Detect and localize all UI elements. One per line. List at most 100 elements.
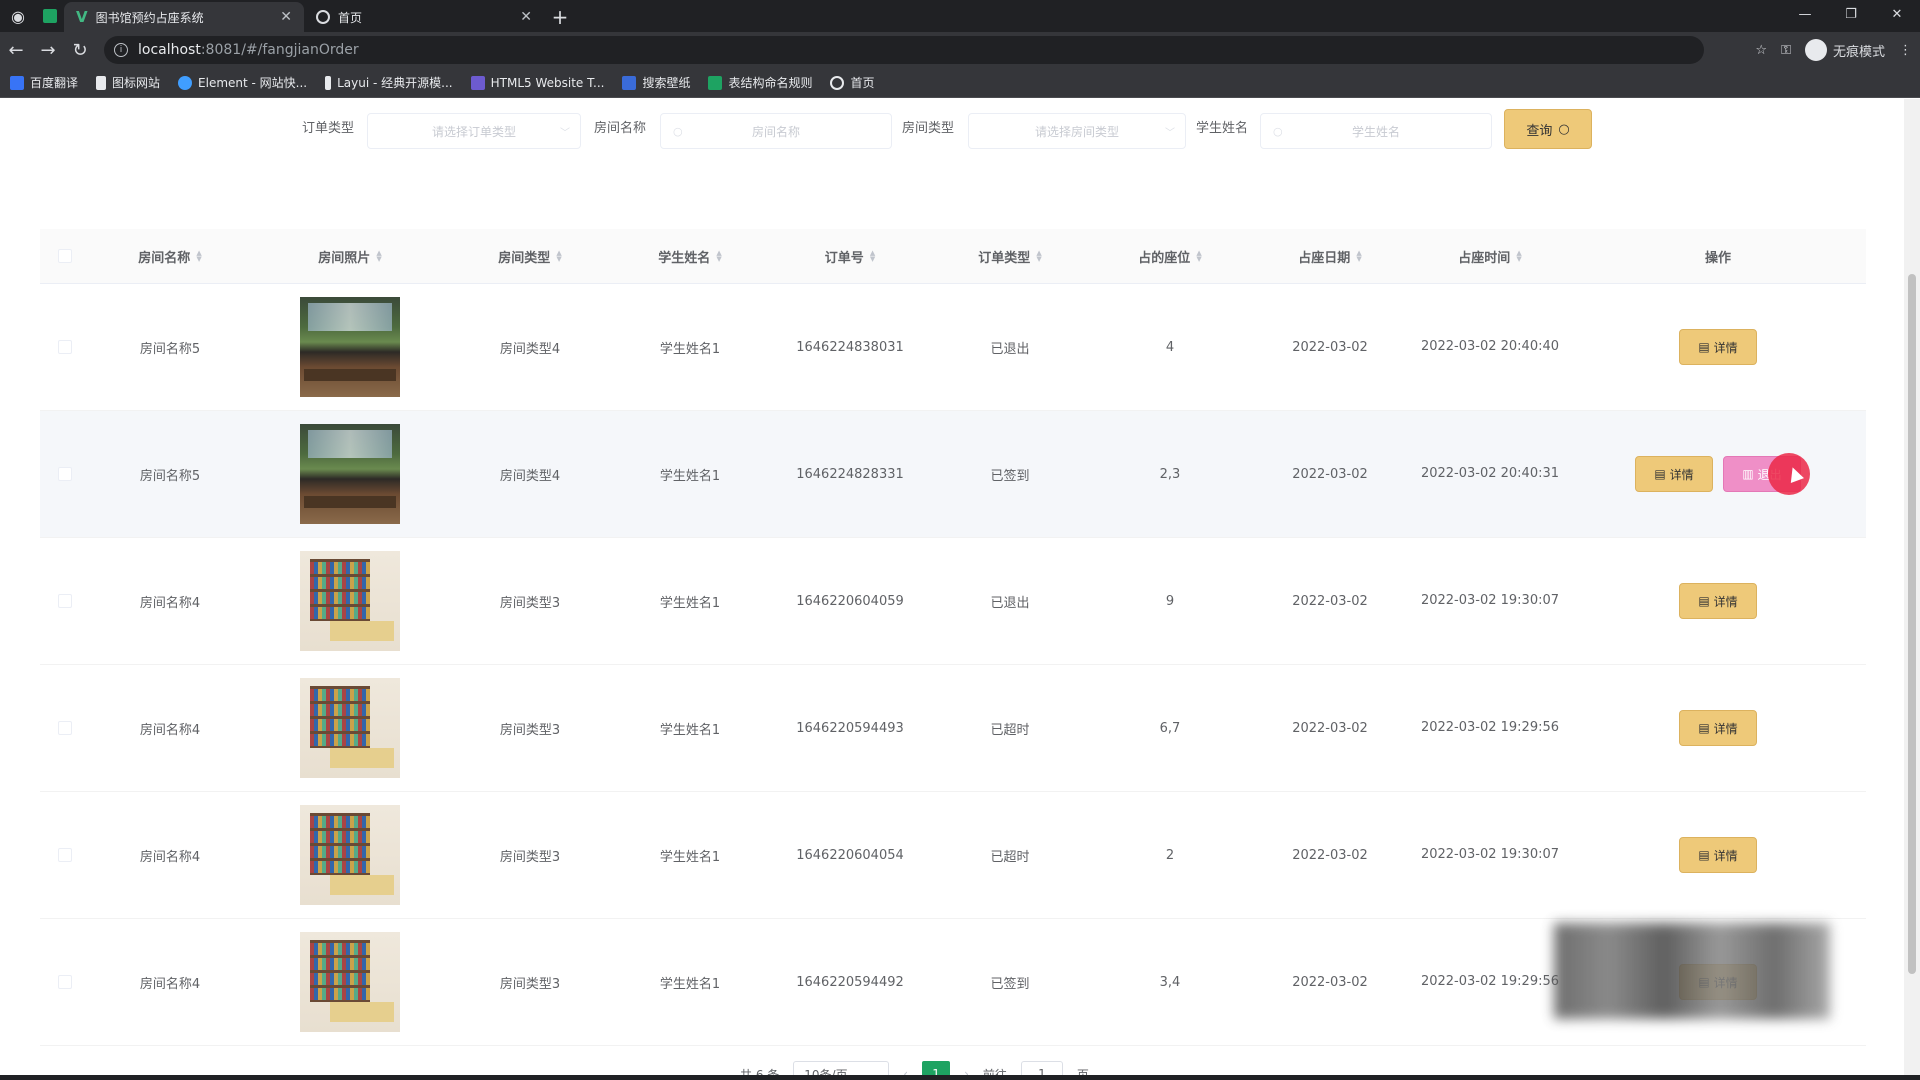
header-room-photo[interactable]: 房间照片 ▲ ▼ (250, 247, 450, 266)
document-icon: ▤ (1698, 721, 1710, 735)
cell-student: 学生姓名1 (659, 468, 721, 484)
bookmark-item[interactable]: Element - 网站快... (178, 74, 307, 91)
bookmark-label: 表结构命名规则 (728, 76, 813, 90)
room-type-select[interactable]: 请选择房间类型 ﹀ (968, 113, 1186, 149)
header-order-no[interactable]: 订单号 ▲ ▼ (770, 247, 930, 266)
close-window-icon[interactable]: ✕ (1874, 0, 1920, 28)
scrollbar-thumb[interactable] (1908, 274, 1916, 974)
room-photo[interactable] (300, 678, 400, 778)
header-date[interactable]: 占座日期 ▲ ▼ (1250, 247, 1410, 266)
bookmark-item[interactable]: HTML5 Website T... (470, 75, 605, 90)
bookmarks-bar: 百度翻译 图标网站 Element - 网站快... Layui - 经典开源模… (0, 68, 1920, 98)
detail-label: 详情 (1713, 721, 1738, 736)
cell-seat: 2 (1165, 847, 1175, 863)
order-type-select[interactable]: 请选择订单类型 ﹀ (367, 113, 581, 149)
bookmark-item[interactable]: 搜索壁纸 (622, 74, 690, 91)
row-checkbox[interactable] (58, 848, 72, 862)
header-room-type[interactable]: 房间类型 ▲ ▼ (450, 247, 610, 266)
detail-button[interactable]: ▤详情 (1679, 710, 1757, 746)
minimize-icon[interactable]: — (1782, 0, 1828, 28)
incognito-indicator[interactable]: 无痕模式 (1804, 39, 1885, 61)
star-icon[interactable]: ☆ (1755, 43, 1767, 58)
sort-icon[interactable]: ▲ ▼ (1356, 250, 1361, 263)
sort-icon[interactable]: ▲ ▼ (1036, 250, 1041, 263)
bookmark-item[interactable]: Layui - 经典开源模... (325, 74, 453, 91)
row-checkbox[interactable] (58, 340, 72, 354)
page-scrollbar[interactable] (1904, 99, 1920, 1080)
room-name-input[interactable]: ○ 房间名称 (660, 113, 892, 149)
bookmark-label: 搜索壁纸 (642, 76, 691, 90)
sort-icon[interactable]: ▲ ▼ (196, 250, 201, 263)
cell-order-type: 已超时 (990, 849, 1030, 865)
detail-button[interactable]: ▤详情 (1679, 329, 1757, 365)
cell-room-photo (250, 792, 450, 918)
room-photo[interactable] (300, 424, 400, 524)
bookmark-item[interactable]: 图标网站 (96, 74, 160, 91)
detail-button[interactable]: ▤详情 (1679, 583, 1757, 619)
bottom-edge (0, 1075, 1920, 1080)
url-host: localhost (138, 42, 201, 58)
table-row[interactable]: 房间名称5 房间类型4 学生姓名1 1646224828331 已签到 2,3 2022-0… (40, 411, 1866, 538)
student-label: 学生姓名 (1196, 121, 1249, 136)
bookmark-item[interactable]: 首页 (830, 74, 875, 91)
cell-date: 2022-03-02 (1292, 339, 1368, 355)
room-photo[interactable] (300, 805, 400, 905)
detail-button[interactable]: ▤详情 (1679, 837, 1757, 873)
student-input[interactable]: ○ 学生姓名 (1260, 113, 1492, 149)
app-favicon[interactable] (36, 0, 64, 32)
sort-icon[interactable]: ▲ ▼ (1516, 250, 1521, 263)
table-row[interactable]: 房间名称4 房间类型3 学生姓名1 1646220594493 已超时 6,7 2022-0… (40, 665, 1866, 792)
cell-room-name: 房间名称4 (139, 976, 201, 992)
sort-icon[interactable]: ▲ ▼ (716, 250, 721, 263)
row-check-cell (40, 411, 90, 537)
cell-student: 学生姓名1 (659, 722, 721, 738)
cell-room-type: 房间类型3 (499, 976, 561, 992)
room-photo[interactable] (300, 297, 400, 397)
browser-menu-icon[interactable]: ◉ (0, 0, 36, 32)
bookmark-item[interactable]: 百度翻译 (10, 74, 78, 91)
table-row[interactable]: 房间名称5 房间类型4 学生姓名1 1646224838031 已退出 4 2022-03-… (40, 284, 1866, 411)
header-time[interactable]: 占座时间 ▲ ▼ (1410, 247, 1570, 266)
tab-home[interactable]: 首页 ✕ (304, 2, 544, 32)
sort-icon[interactable]: ▲ ▼ (1196, 250, 1201, 263)
more-menu-icon[interactable]: ⋮ (1899, 43, 1912, 58)
restore-icon[interactable]: ❐ (1828, 0, 1874, 28)
cell-room-name: 房间名称4 (139, 849, 201, 865)
row-checkbox[interactable] (58, 721, 72, 735)
close-icon[interactable]: ✕ (280, 9, 292, 25)
exit-button[interactable]: ▥退出 (1723, 453, 1810, 495)
bookmark-label: HTML5 Website T... (490, 75, 605, 90)
cell-actions: ▤详情 ▥退出 (1570, 411, 1866, 537)
table-row[interactable]: 房间名称4 房间类型3 学生姓名1 1646220604054 已超时 2 2022-03-… (40, 792, 1866, 919)
room-photo[interactable] (300, 932, 400, 1032)
back-icon[interactable]: ← (0, 32, 32, 68)
info-icon[interactable]: i (114, 43, 128, 57)
row-checkbox[interactable] (58, 467, 72, 481)
sort-icon[interactable]: ▲ ▼ (556, 250, 561, 263)
new-tab-button[interactable]: + (544, 2, 576, 32)
sort-icon[interactable]: ▲ ▼ (870, 250, 875, 263)
close-icon[interactable]: ✕ (520, 9, 532, 25)
vue-logo-icon: V (76, 8, 88, 26)
sort-icon[interactable]: ▲ ▼ (376, 250, 381, 263)
header-order-type[interactable]: 订单类型 ▲ ▼ (930, 247, 1090, 266)
forward-icon[interactable]: → (32, 32, 64, 68)
room-photo[interactable] (300, 551, 400, 651)
bookmark-item[interactable]: 表结构命名规则 (708, 74, 812, 91)
cell-room-name: 房间名称4 (139, 722, 201, 738)
reload-icon[interactable]: ↻ (64, 32, 96, 68)
query-button[interactable]: 查询 ○ (1504, 109, 1592, 149)
select-all-checkbox[interactable] (58, 249, 72, 263)
header-student[interactable]: 学生姓名 ▲ ▼ (610, 247, 770, 266)
tab-library-system[interactable]: V 图书馆预约占座系统 ✕ (64, 2, 304, 32)
url-input[interactable]: i localhost:8081/#/fangjianOrder (104, 36, 1704, 64)
header-room-name[interactable]: 房间名称 ▲ ▼ (90, 247, 250, 266)
header-seat[interactable]: 占的座位 ▲ ▼ (1090, 247, 1250, 266)
key-icon[interactable]: ⚿ (1781, 43, 1791, 58)
row-checkbox[interactable] (58, 594, 72, 608)
cell-room-name: 房间名称5 (139, 468, 201, 484)
row-checkbox[interactable] (58, 975, 72, 989)
cell-room-type: 房间类型3 (499, 849, 561, 865)
detail-button[interactable]: ▤详情 (1635, 456, 1713, 492)
table-row[interactable]: 房间名称4 房间类型3 学生姓名1 1646220604059 已退出 9 2022-03-… (40, 538, 1866, 665)
